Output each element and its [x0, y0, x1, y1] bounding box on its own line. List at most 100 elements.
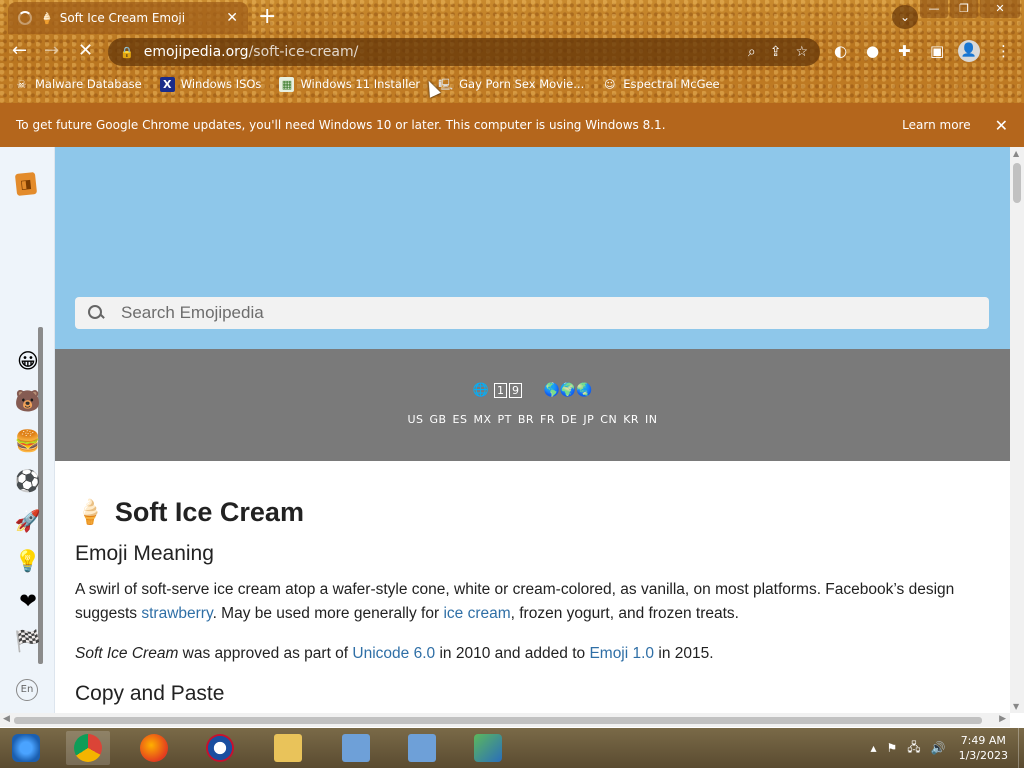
taskbar-messenger[interactable] — [466, 731, 510, 765]
x-logo-icon: X — [159, 76, 175, 92]
network-icon[interactable]: 🖧 — [907, 738, 920, 759]
start-icon — [12, 734, 40, 762]
clock-date: 1/3/2023 — [958, 749, 1008, 762]
region-bar: 🌐 19 🌎🌍🌏 US GB ES MX PT BR FR DE JP CN K… — [55, 349, 1010, 461]
installer-icon — [408, 734, 436, 762]
globe-americas-icon[interactable]: 🌎 — [544, 383, 560, 398]
flags-icon[interactable]: 🏁 — [14, 627, 42, 655]
scroll-right-arrow-icon[interactable]: ▶ — [999, 714, 1006, 724]
unicode-6-link[interactable]: Unicode 6.0 — [352, 645, 435, 662]
vertical-scrollbar[interactable]: ▲ ▼ — [1010, 147, 1024, 713]
taskbar-file-explorer[interactable] — [266, 731, 310, 765]
browser-tab[interactable]: 🍦 Soft Ice Cream Emoji ✕ — [8, 2, 248, 34]
search-lens-icon[interactable]: ⌕ — [748, 44, 756, 60]
address-bar[interactable]: 🔒 emojipedia.org/soft-ice-cream/ ⌕ ⇪ ☆ — [108, 38, 820, 66]
bookmark-movie-site[interactable]: 🖳 Gay Porn Sex Movie... — [438, 77, 584, 92]
bookmarks-bar: ☠ Malware Database X Windows ISOs ▦ Wind… — [14, 74, 738, 94]
tab-close-icon[interactable]: ✕ — [226, 10, 238, 26]
clock[interactable]: 7:49 AM 1/3/2023 — [959, 733, 1008, 763]
taskbar-installer-1[interactable] — [334, 731, 378, 765]
back-arrow-icon[interactable]: ← — [12, 40, 27, 61]
activities-icon[interactable]: ⚽ — [14, 467, 42, 495]
show-desktop-button[interactable] — [1018, 728, 1024, 768]
taskbar-chrome[interactable] — [66, 731, 110, 765]
meaning-paragraph: A swirl of soft-serve ice cream atop a w… — [75, 581, 955, 622]
learn-more-link[interactable]: Learn more — [902, 118, 970, 132]
symbols-icon[interactable]: ❤ — [14, 587, 42, 615]
animals-icon[interactable]: 🐻 — [14, 387, 42, 415]
firefox-icon — [140, 734, 168, 762]
taskbar-obama-app[interactable] — [198, 731, 242, 765]
stop-loading-icon[interactable]: ✕ — [78, 40, 93, 61]
bookmark-star-icon[interactable]: ☆ — [795, 44, 808, 60]
action-center-flag-icon[interactable]: ⚑ — [886, 741, 897, 755]
language-selector[interactable]: En — [16, 679, 38, 701]
category-sidebar: ◨ 😀 🐻 🍔 ⚽ 🚀 💡 ❤ 🏁 En — [0, 147, 55, 713]
clock-time: 7:49 AM — [960, 734, 1006, 747]
number-box-9[interactable]: 9 — [509, 383, 523, 398]
system-tray: ▴ ⚑ 🖧 🔊 7:49 AM 1/3/2023 — [865, 728, 1024, 768]
soft-ice-cream-emoji-icon: 🍦 — [75, 499, 105, 526]
extension-avatar-icon[interactable]: ● — [866, 42, 879, 60]
url-text[interactable]: emojipedia.org/soft-ice-cream/ — [144, 44, 734, 60]
start-button[interactable] — [4, 731, 48, 765]
page-title: 🍦 Soft Ice Cream — [75, 497, 304, 527]
horizontal-scroll-thumb[interactable] — [14, 717, 982, 724]
emoji-1-link[interactable]: Emoji 1.0 — [589, 645, 654, 662]
travel-icon[interactable]: 🚀 — [14, 507, 42, 535]
taskbar-firefox[interactable] — [132, 731, 176, 765]
globe-icon[interactable]: 🌐 — [473, 383, 489, 398]
menu-kebab-icon[interactable]: ⋮ — [996, 42, 1011, 60]
smileys-icon[interactable]: 😀 — [14, 347, 42, 375]
bookmark-espectral-mcgee[interactable]: ☺ Espectral McGee — [602, 77, 720, 92]
bookmark-windows-isos[interactable]: X Windows ISOs — [159, 76, 261, 92]
ice-cream-link[interactable]: ice cream — [443, 605, 510, 622]
side-panel-icon[interactable]: ▣ — [930, 42, 944, 60]
tab-title: Soft Ice Cream Emoji — [59, 11, 186, 25]
skull-icon: ☠ — [16, 77, 27, 91]
taskbar-installer-2[interactable] — [400, 731, 444, 765]
scroll-down-arrow-icon[interactable]: ▼ — [1013, 702, 1019, 711]
globe-asia-icon[interactable]: 🌏 — [576, 383, 592, 398]
globe-europe-icon[interactable]: 🌍 — [560, 383, 576, 398]
search-input[interactable] — [121, 303, 977, 323]
volume-icon[interactable]: 🔊 — [931, 741, 946, 755]
folder-icon — [274, 734, 302, 762]
number-box-1[interactable]: 1 — [494, 383, 508, 398]
scroll-up-arrow-icon[interactable]: ▲ — [1013, 149, 1019, 158]
meaning-heading: Emoji Meaning — [75, 542, 214, 565]
new-tab-button[interactable]: + — [258, 6, 276, 28]
article-content: 🍦 Soft Ice Cream Emoji Meaning A swirl o… — [75, 497, 995, 713]
horizontal-scrollbar[interactable]: ◀ ▶ — [0, 713, 1010, 727]
close-window-button[interactable]: ✕ — [980, 0, 1020, 18]
food-icon[interactable]: 🍔 — [14, 427, 42, 455]
vertical-scroll-thumb[interactable] — [1013, 163, 1021, 203]
messenger-icon — [474, 734, 502, 762]
windows-taskbar: ▴ ⚑ 🖧 🔊 7:49 AM 1/3/2023 — [0, 728, 1024, 768]
browser-frame: 🍦 Soft Ice Cream Emoji ✕ + ⌄ — ❐ ✕ ← → ✕… — [0, 0, 1024, 103]
profile-avatar[interactable]: 👤 — [958, 40, 980, 62]
tray-chevron-icon[interactable]: ▴ — [870, 741, 876, 755]
strawberry-link[interactable]: strawberry — [141, 605, 212, 622]
restore-button[interactable]: ❐ — [950, 0, 978, 18]
scroll-left-arrow-icon[interactable]: ◀ — [3, 714, 10, 724]
search-bar[interactable] — [75, 297, 989, 329]
hero-banner — [55, 147, 1010, 349]
extensions-puzzle-icon[interactable]: ✚ — [898, 42, 911, 60]
window-controls: — ❐ ✕ — [918, 0, 1020, 18]
minimize-button[interactable]: — — [920, 0, 948, 18]
update-infobar: To get future Google Chrome updates, you… — [0, 103, 1024, 147]
ice-cream-favicon-icon: 🍦 — [40, 11, 54, 25]
tab-search-button[interactable]: ⌄ — [892, 5, 918, 29]
extension-flag-icon[interactable]: ◐ — [834, 42, 847, 60]
share-icon[interactable]: ⇪ — [770, 44, 782, 60]
bookmark-windows-11-installer[interactable]: ▦ Windows 11 Installer — [279, 76, 420, 92]
forward-arrow-icon[interactable]: → — [44, 40, 59, 61]
infobar-close-icon[interactable]: ✕ — [995, 116, 1008, 135]
bookmark-malware-database[interactable]: ☠ Malware Database — [14, 77, 142, 92]
lock-icon[interactable]: 🔒 — [120, 46, 134, 59]
objects-icon[interactable]: 💡 — [14, 547, 42, 575]
region-codes[interactable]: US GB ES MX PT BR FR DE JP CN KR IN — [55, 413, 1010, 426]
loading-spinner-icon — [18, 11, 32, 25]
emojipedia-logo[interactable]: ◨ — [14, 172, 38, 196]
